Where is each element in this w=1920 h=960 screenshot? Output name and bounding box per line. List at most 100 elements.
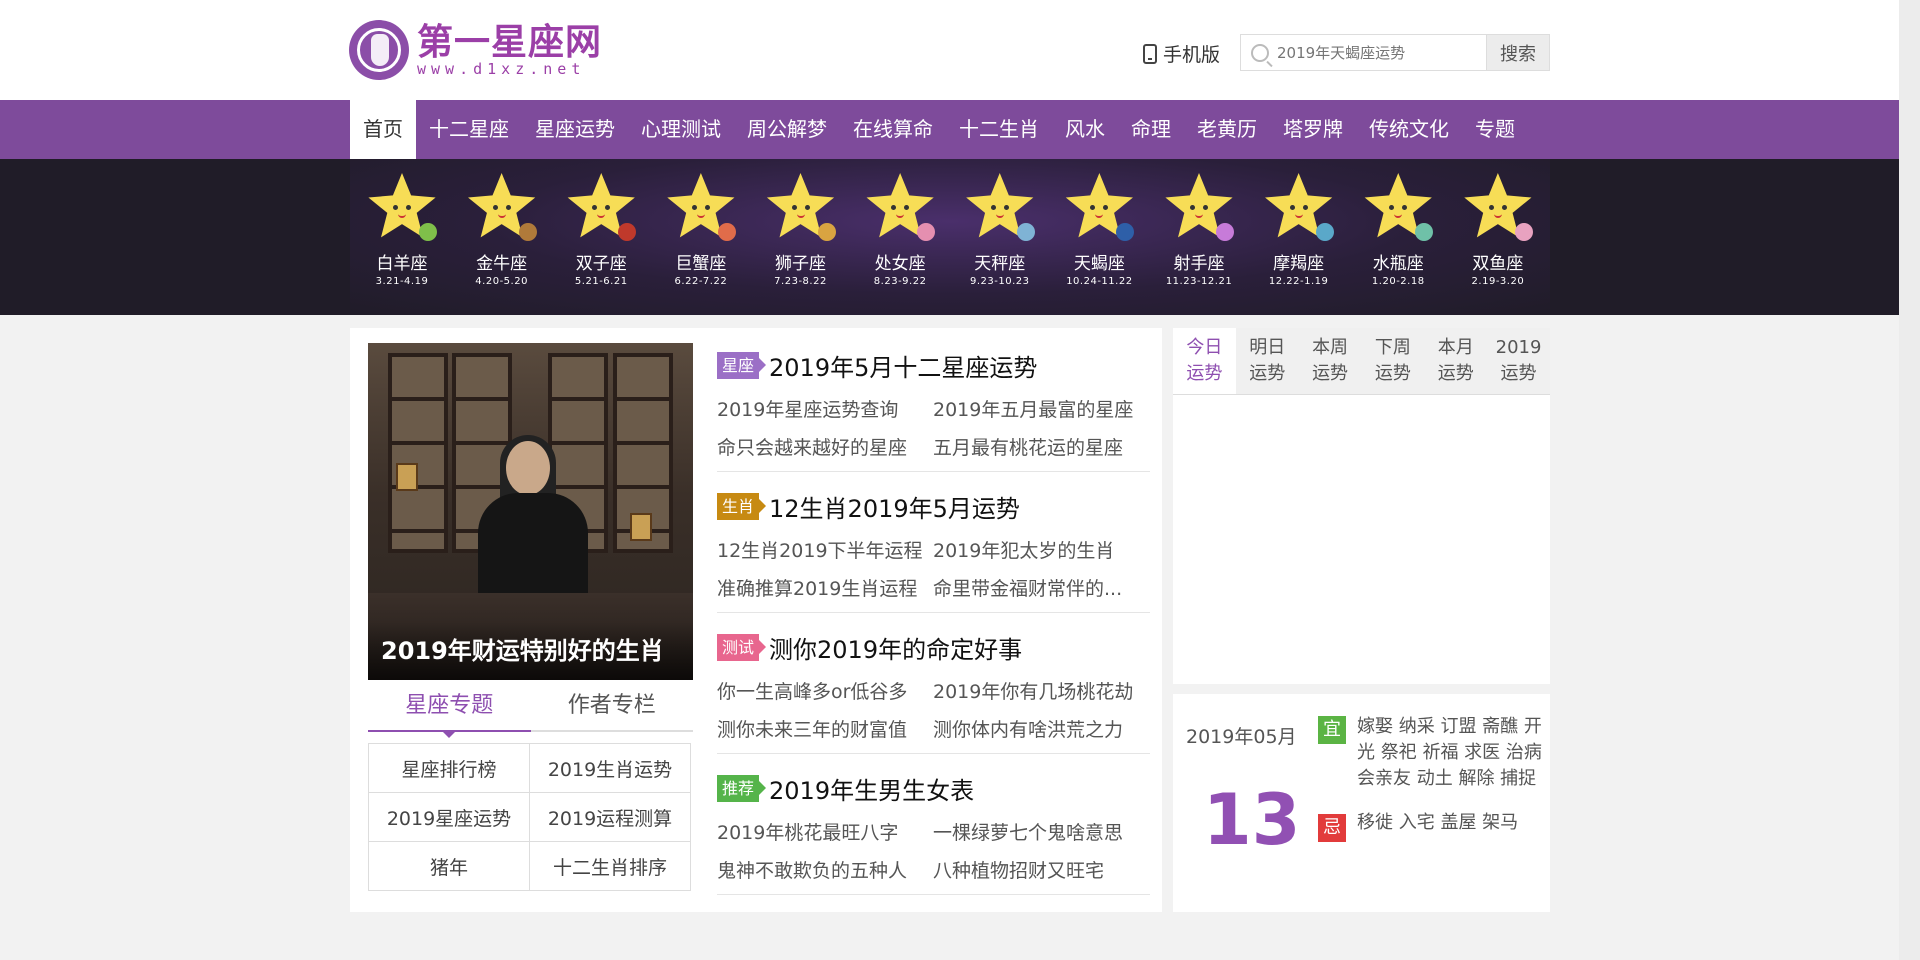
- zodiac-item[interactable]: 巨蟹座 6.22-7.22: [653, 159, 749, 315]
- search-input[interactable]: [1275, 42, 1479, 63]
- zodiac-item[interactable]: 水瓶座 1.20-2.18: [1350, 159, 1446, 315]
- zodiac-mascot-icon: [1164, 173, 1234, 253]
- feature-caption[interactable]: 2019年财运特别好的生肖: [368, 622, 693, 680]
- nav-item[interactable]: 老黄历: [1184, 100, 1270, 159]
- zodiac-mascot-icon: [367, 173, 437, 253]
- zodiac-item[interactable]: 双子座 5.21-6.21: [553, 159, 649, 315]
- article-link[interactable]: 2019年你有几场桃花劫: [933, 673, 1149, 711]
- zodiac-item[interactable]: 处女座 8.23-9.22: [852, 159, 948, 315]
- topic-link[interactable]: 十二生肖排序: [529, 841, 691, 891]
- article-link[interactable]: 2019年桃花最旺八字: [717, 814, 933, 852]
- article-link[interactable]: 命只会越来越好的星座: [717, 429, 933, 467]
- search-button[interactable]: 搜索: [1487, 34, 1550, 71]
- zodiac-mascot-icon: [666, 173, 736, 253]
- zodiac-mascot-icon: [1264, 173, 1334, 253]
- article-block: 生肖 12生肖2019年5月运势 12生肖2019下半年运程 2019年犯太岁的生肖准…: [717, 486, 1150, 613]
- nav-item[interactable]: 十二生肖: [946, 100, 1052, 159]
- nav-item[interactable]: 传统文化: [1356, 100, 1462, 159]
- zodiac-item[interactable]: 金牛座 4.20-5.20: [454, 159, 550, 315]
- article-title[interactable]: 12生肖2019年5月运势: [769, 489, 1020, 524]
- nav-item[interactable]: 首页: [350, 100, 416, 159]
- zodiac-name: 水瓶座: [1372, 254, 1424, 274]
- topic-link[interactable]: 2019运程测算: [529, 792, 691, 842]
- fortune-tab-line2: 运势: [1374, 363, 1411, 384]
- article-tag: 推荐: [717, 774, 767, 802]
- article-link[interactable]: 准确推算2019生肖运程: [717, 570, 933, 608]
- topic-tabs: 星座专题 作者专栏: [368, 688, 694, 738]
- zodiac-date: 3.21-4.19: [375, 276, 429, 287]
- article-link[interactable]: 2019年五月最富的星座: [933, 391, 1149, 429]
- article-block: 测试 测你2019年的命定好事 你一生高峰多or低谷多 2019年你有几场桃花劫 测你未…: [717, 627, 1150, 754]
- logo-url: www.d1xz.net: [417, 60, 586, 78]
- logo-emblem-icon: [349, 20, 409, 80]
- fortune-tab[interactable]: 本周 运势: [1299, 328, 1362, 394]
- nav-item[interactable]: 周公解梦: [734, 100, 840, 159]
- site-logo[interactable]: 第一星座网 www.d1xz.net: [349, 18, 602, 82]
- article-title[interactable]: 测你2019年的命定好事: [769, 630, 1022, 665]
- zodiac-item[interactable]: 双鱼座 2.19-3.20: [1450, 159, 1546, 315]
- article-title[interactable]: 2019年生男生女表: [769, 771, 974, 806]
- zodiac-item[interactable]: 天蝎座 10.24-11.22: [1051, 159, 1147, 315]
- nav-item[interactable]: 心理测试: [628, 100, 734, 159]
- fortune-tab-line1: 2019: [1495, 337, 1542, 358]
- article-link[interactable]: 测你体内有啥洪荒之力: [933, 711, 1149, 749]
- zodiac-date: 9.23-10.23: [969, 276, 1030, 287]
- fortune-tab[interactable]: 明日 运势: [1236, 328, 1299, 394]
- fortune-tab[interactable]: 今日 运势: [1173, 328, 1236, 394]
- topic-link[interactable]: 猪年: [368, 841, 530, 891]
- zodiac-item[interactable]: 射手座 11.23-12.21: [1151, 159, 1247, 315]
- tab-zodiac-topics[interactable]: 星座专题: [368, 688, 531, 738]
- main-nav: 首页 十二星座 星座运势 心理测试 周公解梦 在线算命 十二生肖 风水 命理 老黄历 塔罗牌 传统文化…: [0, 100, 1899, 159]
- feature-image[interactable]: 2019年财运特别好的生肖: [368, 343, 693, 680]
- zodiac-mascot-icon: [566, 173, 637, 253]
- article-link[interactable]: 五月最有桃花运的星座: [933, 429, 1149, 467]
- zodiac-item[interactable]: 摩羯座 12.22-1.19: [1251, 159, 1347, 315]
- phone-icon: [1143, 43, 1157, 64]
- nav-item[interactable]: 风水: [1052, 100, 1118, 159]
- fortune-tab-line1: 本月: [1437, 337, 1474, 358]
- zodiac-item[interactable]: 狮子座 7.23-8.22: [753, 159, 849, 315]
- article-block: 星座 2019年5月十二星座运势 2019年星座运势查询 2019年五月最富的星座 命只…: [717, 345, 1150, 472]
- nav-item[interactable]: 专题: [1462, 100, 1528, 159]
- article-link[interactable]: 12生肖2019下半年运程: [717, 532, 933, 570]
- fortune-tab[interactable]: 2019 运势: [1487, 328, 1550, 394]
- article-title[interactable]: 2019年5月十二星座运势: [769, 348, 1037, 383]
- topic-link[interactable]: 星座排行榜: [368, 743, 530, 793]
- article-link[interactable]: 测你未来三年的财富值: [717, 711, 933, 749]
- article-link[interactable]: 一棵绿萝七个鬼啥意思: [933, 814, 1149, 852]
- zodiac-item[interactable]: 白羊座 3.21-4.19: [354, 159, 450, 315]
- nav-item[interactable]: 塔罗牌: [1270, 100, 1356, 159]
- zodiac-mascot-icon: [467, 173, 537, 253]
- zodiac-date: 4.20-5.20: [475, 276, 528, 287]
- tab-author-column[interactable]: 作者专栏: [531, 688, 694, 730]
- article-link[interactable]: 2019年犯太岁的生肖: [933, 532, 1149, 570]
- article-link[interactable]: 八种植物招财又旺宅: [933, 852, 1149, 890]
- nav-item[interactable]: 在线算命: [840, 100, 946, 159]
- nav-item[interactable]: 星座运势: [522, 100, 628, 159]
- topic-link[interactable]: 2019星座运势: [368, 792, 530, 842]
- zodiac-mascot-icon: [1463, 173, 1533, 253]
- zodiac-date: 7.23-8.22: [774, 276, 827, 287]
- fortune-tab[interactable]: 下周 运势: [1361, 328, 1424, 394]
- nav-item[interactable]: 命理: [1118, 100, 1184, 159]
- mobile-version-label: 手机版: [1163, 44, 1221, 66]
- zodiac-name: 双鱼座: [1472, 254, 1524, 274]
- topic-link[interactable]: 2019生肖运势: [529, 743, 691, 793]
- zodiac-name: 天蝎座: [1073, 254, 1125, 274]
- nav-item[interactable]: 十二星座: [416, 100, 522, 159]
- article-link[interactable]: 2019年星座运势查询: [717, 391, 933, 429]
- zodiac-name: 金牛座: [476, 254, 528, 274]
- article-link[interactable]: 命里带金福财常伴的...: [933, 570, 1149, 608]
- zodiac-date: 11.23-12.21: [1165, 276, 1233, 287]
- article-tag: 生肖: [717, 492, 767, 520]
- search-box: [1240, 34, 1487, 71]
- article-link[interactable]: 鬼神不敢欺负的五种人: [717, 852, 933, 890]
- fortune-tab-line2: 运势: [1500, 363, 1537, 384]
- fortune-tab[interactable]: 本月 运势: [1424, 328, 1487, 394]
- zodiac-item[interactable]: 天秤座 9.23-10.23: [952, 159, 1048, 315]
- article-link[interactable]: 你一生高峰多or低谷多: [717, 673, 933, 711]
- mobile-version-link[interactable]: 手机版: [1143, 40, 1220, 67]
- scrollbar-track[interactable]: [1899, 0, 1920, 960]
- auspicious-activities: 嫁娶 纳采 订盟 斋醮 开光 祭祀 祈福 求医 治病 会亲友 动土 解除 捕捉: [1357, 716, 1542, 789]
- fortune-tab-line2: 运势: [1312, 363, 1349, 384]
